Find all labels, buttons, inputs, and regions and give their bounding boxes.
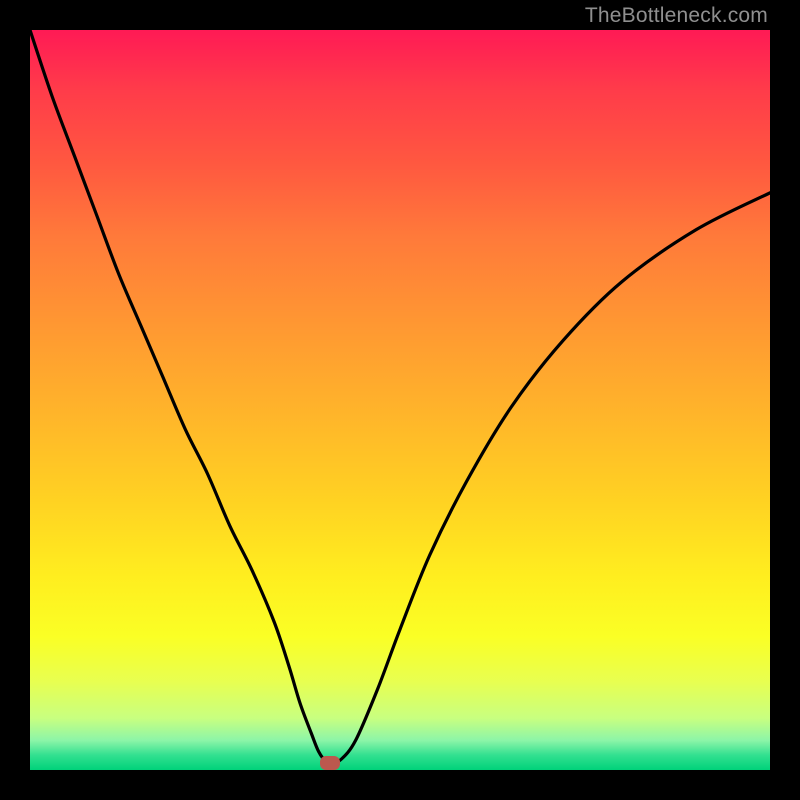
optimal-point-marker [320, 756, 340, 770]
watermark-text: TheBottleneck.com [585, 4, 768, 28]
plot-area [30, 30, 770, 770]
chart-frame: TheBottleneck.com [0, 0, 800, 800]
bottleneck-curve [30, 30, 770, 770]
